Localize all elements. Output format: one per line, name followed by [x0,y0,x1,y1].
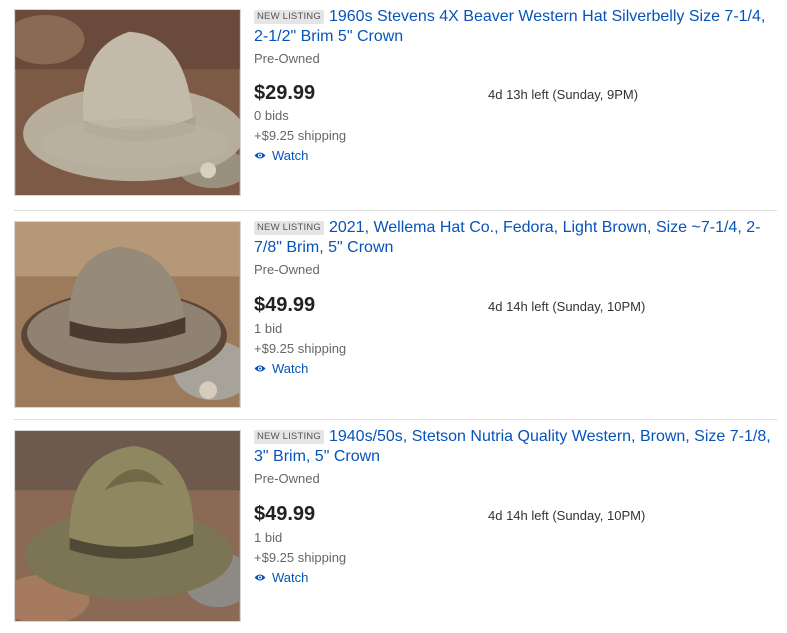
listing-time-left: 4d 13h left (Sunday, 9PM) [488,87,639,102]
listing-bids: 1 bid [254,530,283,545]
listing-shipping: +$9.25 shipping [254,550,347,565]
listing-item: NEW LISTING 1960s Stevens 4X Beaver Weste… [0,0,787,210]
listing-price: $29.99 [254,82,316,104]
listing-info: NEW LISTING 1940s/50s, Stetson Nutria Qua… [254,427,779,627]
listing-info: NEW LISTING 2021, Wellema Hat Co., Fedora… [254,218,779,415]
new-listing-badge: NEW LISTING [254,430,324,444]
listing-bids: 1 bid [254,321,283,336]
listing-shipping: +$9.25 shipping [254,341,347,356]
listing-title-link[interactable]: 1940s/50s, Stetson Nutria Quality Wester… [254,428,771,465]
watch-label: Watch [272,148,309,163]
eye-icon [254,574,266,581]
listing-time-left: 4d 14h left (Sunday, 10PM) [488,299,646,314]
listing-shipping: +$9.25 shipping [254,128,347,143]
search-results-list: NEW LISTING 1960s Stevens 4X Beaver Weste… [0,0,787,633]
listing-title-link[interactable]: 2021, Wellema Hat Co., Fedora, Light Bro… [254,219,760,256]
listing-price: $49.99 [254,294,316,316]
listing-title-link[interactable]: 1960s Stevens 4X Beaver Western Hat Silv… [254,8,765,45]
listing-image[interactable] [14,9,241,196]
new-listing-badge: NEW LISTING [254,10,324,24]
listing-title-line: NEW LISTING 1960s Stevens 4X Beaver Weste… [254,7,779,47]
watch-link[interactable]: Watch [254,570,308,585]
listing-time-left: 4d 14h left (Sunday, 10PM) [488,508,646,523]
listing-item: NEW LISTING 2021, Wellema Hat Co., Fedora… [0,211,787,418]
eye-icon [254,152,266,159]
listing-info: NEW LISTING 1960s Stevens 4X Beaver Weste… [254,7,779,207]
hat-photo [15,431,240,621]
listing-title-line: NEW LISTING 1940s/50s, Stetson Nutria Qua… [254,427,779,467]
watch-label: Watch [272,361,309,376]
listing-bids: 0 bids [254,108,289,123]
listing-condition: Pre-Owned [254,471,320,486]
listing-title-line: NEW LISTING 2021, Wellema Hat Co., Fedora… [254,218,779,258]
listing-price: $49.99 [254,503,316,525]
listing-image[interactable] [14,221,241,408]
listing-item: NEW LISTING 1940s/50s, Stetson Nutria Qua… [0,420,787,633]
watch-label: Watch [272,570,309,585]
watch-link[interactable]: Watch [254,361,308,376]
listing-image[interactable] [14,430,241,622]
eye-icon [254,365,266,372]
watch-link[interactable]: Watch [254,148,308,163]
listing-condition: Pre-Owned [254,51,320,66]
hat-photo [15,10,240,195]
hat-photo [15,222,240,407]
new-listing-badge: NEW LISTING [254,221,324,235]
listing-condition: Pre-Owned [254,262,320,277]
